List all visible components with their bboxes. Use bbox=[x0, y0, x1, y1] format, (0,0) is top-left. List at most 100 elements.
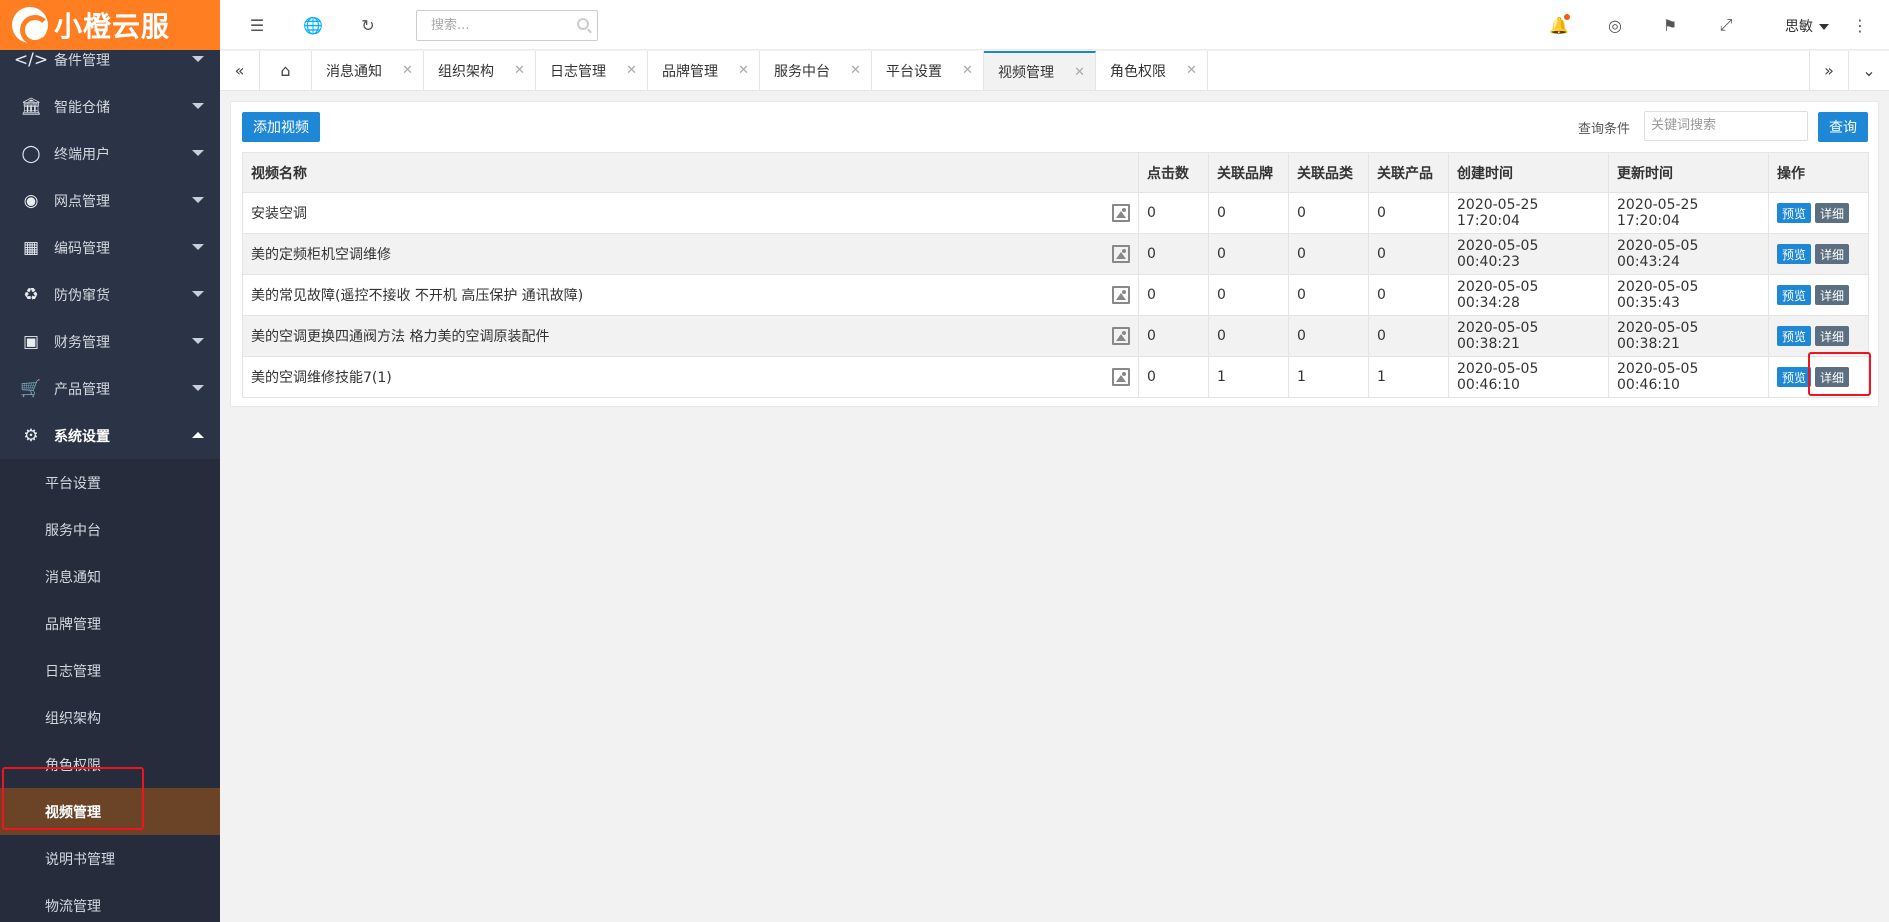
tab-logs[interactable]: 日志管理 ✕ bbox=[536, 51, 648, 90]
col-video-name[interactable]: 视频名称 bbox=[242, 152, 1139, 193]
created-cell: 2020-05-05 00:40:23 bbox=[1448, 233, 1609, 275]
preview-button[interactable]: 预览 bbox=[1777, 285, 1812, 305]
sidebar-item-label: 网点管理 bbox=[54, 193, 110, 210]
tab-label: 角色权限 bbox=[1110, 63, 1166, 80]
globe-icon[interactable]: 🌐 bbox=[303, 15, 323, 35]
sub-item-notifications[interactable]: 消息通知 bbox=[0, 553, 220, 600]
sidebar-item-finance[interactable]: ▣ 财务管理 bbox=[0, 318, 220, 365]
sidebar-item-label: 智能仓储 bbox=[54, 99, 110, 116]
col-updated[interactable]: 更新时间 bbox=[1608, 152, 1769, 193]
sidebar-item-outlets[interactable]: ◉ 网点管理 bbox=[0, 177, 220, 224]
refresh-icon[interactable]: ↻ bbox=[358, 15, 378, 35]
products-cell: 1 bbox=[1368, 356, 1449, 398]
image-icon[interactable] bbox=[1112, 245, 1130, 263]
sidebar-item-terminal-users[interactable]: ◯ 终端用户 bbox=[0, 130, 220, 177]
home-tab[interactable]: ⌂ bbox=[260, 51, 312, 90]
app-logo[interactable]: 小橙云服 bbox=[0, 0, 220, 50]
keyword-search-input[interactable]: 关键词搜索 bbox=[1644, 111, 1808, 141]
tab-brands[interactable]: 品牌管理 ✕ bbox=[648, 51, 760, 90]
sub-item-platform-settings[interactable]: 平台设置 bbox=[0, 459, 220, 506]
tabs-scroll-right-icon[interactable]: » bbox=[1809, 51, 1849, 90]
chevron-up-icon bbox=[192, 432, 204, 438]
image-icon[interactable] bbox=[1112, 327, 1130, 345]
search-icon bbox=[577, 18, 589, 30]
search-input[interactable]: 搜索... bbox=[416, 10, 598, 41]
menu-toggle-icon[interactable]: ☰ bbox=[247, 15, 267, 35]
clicks-cell: 0 bbox=[1138, 274, 1209, 316]
image-icon[interactable] bbox=[1112, 368, 1130, 386]
tab-organization[interactable]: 组织架构 ✕ bbox=[424, 51, 536, 90]
sidebar-item-system-settings[interactable]: ⚙ 系统设置 bbox=[0, 412, 220, 459]
money-icon: ▣ bbox=[22, 331, 40, 352]
tag-icon[interactable]: ⚑ bbox=[1660, 15, 1680, 35]
detail-button[interactable]: 详细 bbox=[1815, 203, 1850, 223]
tab-videos[interactable]: 视频管理 ✕ bbox=[984, 51, 1096, 90]
col-products[interactable]: 关联产品 bbox=[1368, 152, 1449, 193]
clicks-cell: 0 bbox=[1138, 192, 1209, 234]
preview-button[interactable]: 预览 bbox=[1777, 367, 1812, 387]
close-icon[interactable]: ✕ bbox=[626, 63, 637, 78]
tab-roles[interactable]: 角色权限 ✕ bbox=[1096, 51, 1208, 90]
image-icon[interactable] bbox=[1112, 286, 1130, 304]
col-created[interactable]: 创建时间 bbox=[1448, 152, 1609, 193]
preview-button[interactable]: 预览 bbox=[1777, 244, 1812, 264]
bell-icon[interactable]: 🔔 bbox=[1549, 14, 1570, 35]
query-button[interactable]: 查询 bbox=[1818, 112, 1868, 142]
bank-icon: 🏛 bbox=[20, 96, 42, 117]
close-icon[interactable]: ✕ bbox=[1074, 65, 1085, 80]
close-icon[interactable]: ✕ bbox=[850, 63, 861, 78]
more-icon[interactable]: ⋮ bbox=[1850, 15, 1870, 35]
detail-button[interactable]: 详细 bbox=[1815, 326, 1850, 346]
clicks-cell: 0 bbox=[1138, 233, 1209, 275]
sub-item-brands[interactable]: 品牌管理 bbox=[0, 600, 220, 647]
user-menu[interactable]: 思敏 bbox=[1785, 16, 1829, 36]
fullscreen-icon[interactable]: ⤢ bbox=[1716, 15, 1736, 35]
sub-item-organization[interactable]: 组织架构 bbox=[0, 694, 220, 741]
preview-button[interactable]: 预览 bbox=[1777, 203, 1812, 223]
products-cell: 0 bbox=[1368, 233, 1449, 275]
search-placeholder: 搜索... bbox=[431, 18, 470, 33]
col-brands[interactable]: 关联品牌 bbox=[1208, 152, 1289, 193]
add-video-button[interactable]: 添加视频 bbox=[242, 112, 320, 142]
detail-button[interactable]: 详细 bbox=[1815, 244, 1850, 264]
close-icon[interactable]: ✕ bbox=[738, 63, 749, 78]
col-clicks[interactable]: 点击数 bbox=[1138, 152, 1209, 193]
chevron-down-icon bbox=[192, 338, 204, 344]
preview-button[interactable]: 预览 bbox=[1777, 326, 1812, 346]
sidebar-item-label: 终端用户 bbox=[54, 146, 110, 163]
tab-notifications[interactable]: 消息通知 ✕ bbox=[312, 51, 424, 90]
chevron-down-icon bbox=[192, 56, 204, 62]
tab-platform-settings[interactable]: 平台设置 ✕ bbox=[872, 51, 984, 90]
sidebar-item-anti-counterfeit[interactable]: ♻ 防伪窜货 bbox=[0, 271, 220, 318]
chevron-down-icon bbox=[192, 150, 204, 156]
products-cell: 0 bbox=[1368, 274, 1449, 316]
col-categories[interactable]: 关联品类 bbox=[1288, 152, 1369, 193]
close-icon[interactable]: ✕ bbox=[402, 63, 413, 78]
sub-item-logs[interactable]: 日志管理 bbox=[0, 647, 220, 694]
tab-service-center[interactable]: 服务中台 ✕ bbox=[760, 51, 872, 90]
chevron-down-icon bbox=[192, 103, 204, 109]
detail-button[interactable]: 详细 bbox=[1815, 285, 1850, 305]
actions-cell: 预览 详细 bbox=[1768, 233, 1869, 275]
clicks-cell: 0 bbox=[1138, 356, 1209, 398]
image-icon[interactable] bbox=[1112, 204, 1130, 222]
created-cell: 2020-05-05 00:34:28 bbox=[1448, 274, 1609, 316]
brands-cell: 0 bbox=[1208, 315, 1289, 357]
tabs-scroll-left-icon[interactable]: « bbox=[220, 51, 260, 90]
brands-cell: 0 bbox=[1208, 192, 1289, 234]
table-row: 安装空调 0 0 0 0 2020-05-25 17:20:04 2020-05… bbox=[242, 192, 1869, 234]
sub-item-manuals[interactable]: 说明书管理 bbox=[0, 835, 220, 882]
sidebar-item-coding[interactable]: ▦ 编码管理 bbox=[0, 224, 220, 271]
table-row: 美的常见故障(遥控不接收 不开机 高压保护 通讯故障) 0 0 0 0 2020… bbox=[242, 274, 1869, 316]
sidebar-highlight-box bbox=[2, 767, 144, 830]
sub-item-logistics[interactable]: 物流管理 bbox=[0, 882, 220, 922]
sub-item-service-center[interactable]: 服务中台 bbox=[0, 506, 220, 553]
close-icon[interactable]: ✕ bbox=[1186, 63, 1197, 78]
video-name-cell: 美的空调维修技能7(1) bbox=[242, 356, 1139, 398]
sidebar-item-products[interactable]: 🛒 产品管理 bbox=[0, 365, 220, 412]
close-icon[interactable]: ✕ bbox=[514, 63, 525, 78]
tabs-dropdown-icon[interactable]: ⌄ bbox=[1849, 51, 1889, 90]
sidebar-item-warehouse[interactable]: 🏛 智能仓储 bbox=[0, 83, 220, 130]
palette-icon[interactable]: ◎ bbox=[1605, 15, 1625, 35]
close-icon[interactable]: ✕ bbox=[962, 63, 973, 78]
